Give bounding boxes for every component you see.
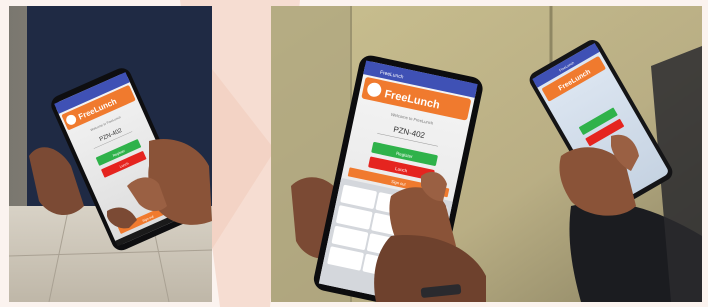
photo-right: FreeLunch FreeLunch FreeLunch FreeLunch … bbox=[271, 6, 702, 302]
photo-left: FreeLunch Welcome to FreeLunch PZN-402 R… bbox=[9, 6, 212, 302]
